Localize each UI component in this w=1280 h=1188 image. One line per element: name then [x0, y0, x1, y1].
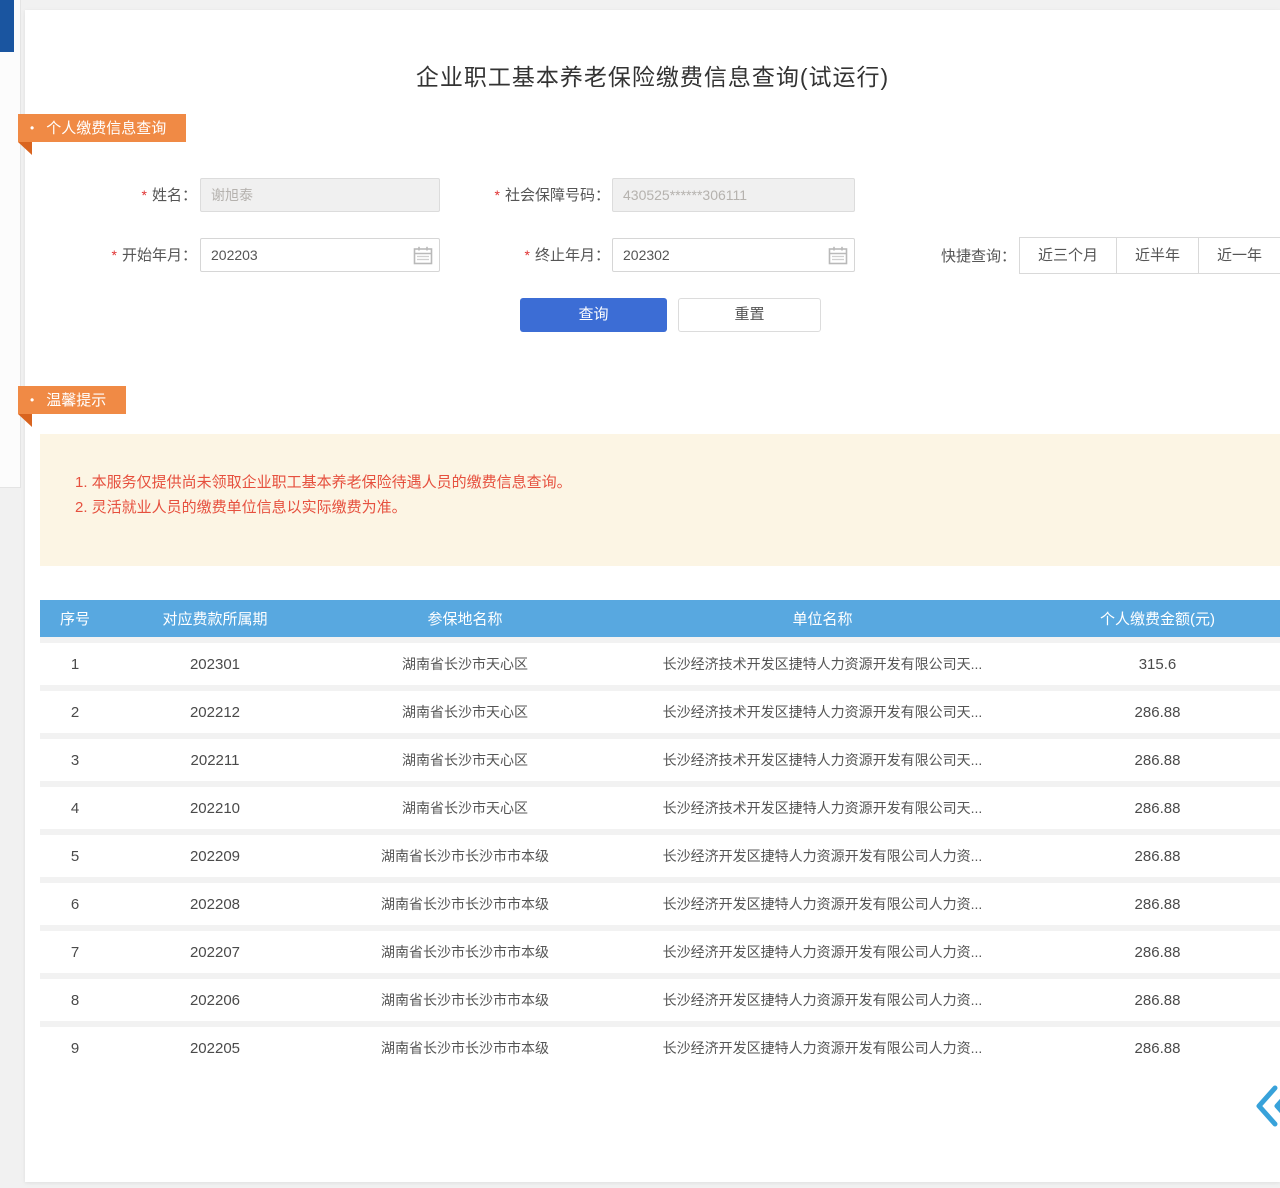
cell-period: 202206 — [110, 992, 320, 1009]
required-asterisk: * — [142, 187, 147, 203]
quick-query-button-group: 近三个月 近半年 近一年 — [1020, 237, 1280, 274]
tips-notice-box: 1. 本服务仅提供尚未领取企业职工基本养老保险待遇人员的缴费信息查询。 2. 灵… — [40, 434, 1280, 566]
cell-period: 202211 — [110, 752, 320, 769]
cell-index: 1 — [40, 656, 110, 673]
ssn-label: *社会保障号码： — [455, 178, 610, 212]
column-header-company: 单位名称 — [610, 608, 1035, 629]
badge-ribbon-fold — [18, 414, 32, 427]
cell-company: 长沙经济开发区捷特人力资源开发有限公司人力资... — [610, 894, 1035, 914]
cell-insured-place: 湖南省长沙市长沙市市本级 — [320, 1038, 610, 1058]
column-header-amount: 个人缴费金额(元) — [1035, 608, 1280, 629]
cell-amount: 286.88 — [1035, 992, 1280, 1009]
cell-insured-place: 湖南省长沙市长沙市市本级 — [320, 846, 610, 866]
cell-company: 长沙经济开发区捷特人力资源开发有限公司人力资... — [610, 990, 1035, 1010]
table-row: 4 202210 湖南省长沙市天心区 长沙经济技术开发区捷特人力资源开发有限公司… — [40, 787, 1280, 829]
table-row: 2 202212 湖南省长沙市天心区 长沙经济技术开发区捷特人力资源开发有限公司… — [40, 691, 1280, 733]
end-month-field[interactable] — [612, 238, 855, 272]
tips-badge-label: 温馨提示 — [46, 392, 106, 409]
cell-amount: 315.6 — [1035, 656, 1280, 673]
cell-index: 2 — [40, 704, 110, 721]
column-header-period: 对应费款所属期 — [110, 608, 320, 629]
section-badge-label: 个人缴费信息查询 — [46, 120, 166, 137]
page-title: 企业职工基本养老保险缴费信息查询(试运行) — [25, 58, 1280, 92]
tips-line: 2. 灵活就业人员的缴费单位信息以实际缴费为准。 — [75, 495, 1280, 520]
name-field[interactable] — [200, 178, 440, 212]
cell-amount: 286.88 — [1035, 704, 1280, 721]
column-header-index: 序号 — [40, 608, 110, 629]
cell-company: 长沙经济技术开发区捷特人力资源开发有限公司天... — [610, 798, 1035, 818]
table-row: 1 202301 湖南省长沙市天心区 长沙经济技术开发区捷特人力资源开发有限公司… — [40, 643, 1280, 685]
table-row: 5 202209 湖南省长沙市长沙市市本级 长沙经济开发区捷特人力资源开发有限公… — [40, 835, 1280, 877]
cell-insured-place: 湖南省长沙市长沙市市本级 — [320, 894, 610, 914]
cell-index: 4 — [40, 800, 110, 817]
ssn-field[interactable] — [612, 178, 855, 212]
cell-period: 202210 — [110, 800, 320, 817]
cell-index: 7 — [40, 944, 110, 961]
cell-company: 长沙经济技术开发区捷特人力资源开发有限公司天... — [610, 654, 1035, 674]
end-month-label: *终止年月： — [455, 238, 610, 272]
table-row: 9 202205 湖南省长沙市长沙市市本级 长沙经济开发区捷特人力资源开发有限公… — [40, 1027, 1280, 1069]
cell-index: 8 — [40, 992, 110, 1009]
required-asterisk: * — [495, 187, 500, 203]
start-month-field[interactable] — [200, 238, 440, 272]
section-badge-tips: • 温馨提示 — [18, 386, 126, 414]
quick-query-1year-button[interactable]: 近一年 — [1198, 237, 1280, 274]
cell-company: 长沙经济开发区捷特人力资源开发有限公司人力资... — [610, 1038, 1035, 1058]
quick-query-label: 快捷查询： — [928, 238, 1016, 272]
start-month-label: *开始年月： — [85, 238, 197, 272]
cell-amount: 286.88 — [1035, 800, 1280, 817]
cell-company: 长沙经济技术开发区捷特人力资源开发有限公司天... — [610, 750, 1035, 770]
cell-company: 长沙经济技术开发区捷特人力资源开发有限公司天... — [610, 702, 1035, 722]
cell-company: 长沙经济开发区捷特人力资源开发有限公司人力资... — [610, 942, 1035, 962]
main-panel: 企业职工基本养老保险缴费信息查询(试运行) • 个人缴费信息查询 *姓名： *社会… — [25, 10, 1280, 1182]
quick-query-3months-button[interactable]: 近三个月 — [1019, 237, 1117, 274]
column-header-insured-place: 参保地名称 — [320, 608, 610, 629]
required-asterisk: * — [525, 247, 530, 263]
cell-index: 5 — [40, 848, 110, 865]
cell-amount: 286.88 — [1035, 944, 1280, 961]
cell-index: 9 — [40, 1040, 110, 1057]
cell-insured-place: 湖南省长沙市长沙市市本级 — [320, 990, 610, 1010]
cell-company: 长沙经济开发区捷特人力资源开发有限公司人力资... — [610, 846, 1035, 866]
table-row: 3 202211 湖南省长沙市天心区 长沙经济技术开发区捷特人力资源开发有限公司… — [40, 739, 1280, 781]
cell-amount: 286.88 — [1035, 896, 1280, 913]
badge-bullet-icon: • — [30, 393, 34, 407]
name-label: *姓名： — [85, 178, 197, 212]
table-row: 6 202208 湖南省长沙市长沙市市本级 长沙经济开发区捷特人力资源开发有限公… — [40, 883, 1280, 925]
cell-amount: 286.88 — [1035, 1040, 1280, 1057]
table-header-row: 序号 对应费款所属期 参保地名称 单位名称 个人缴费金额(元) — [40, 600, 1280, 637]
collapse-panel-button[interactable] — [1253, 1080, 1280, 1132]
cell-amount: 286.88 — [1035, 752, 1280, 769]
cell-insured-place: 湖南省长沙市天心区 — [320, 654, 610, 674]
cell-period: 202205 — [110, 1040, 320, 1057]
top-left-blue-bar — [0, 0, 14, 52]
table-row: 7 202207 湖南省长沙市长沙市市本级 长沙经济开发区捷特人力资源开发有限公… — [40, 931, 1280, 973]
table-row: 8 202206 湖南省长沙市长沙市市本级 长沙经济开发区捷特人力资源开发有限公… — [40, 979, 1280, 1021]
cell-period: 202301 — [110, 656, 320, 673]
cell-period: 202212 — [110, 704, 320, 721]
cell-index: 6 — [40, 896, 110, 913]
badge-bullet-icon: • — [30, 121, 34, 135]
required-asterisk: * — [112, 247, 117, 263]
payment-records-table: 序号 对应费款所属期 参保地名称 单位名称 个人缴费金额(元) 1 202301… — [40, 600, 1280, 1069]
cell-period: 202209 — [110, 848, 320, 865]
cell-period: 202208 — [110, 896, 320, 913]
badge-ribbon-fold — [18, 142, 32, 155]
cell-amount: 286.88 — [1035, 848, 1280, 865]
quick-query-halfyear-button[interactable]: 近半年 — [1116, 237, 1199, 274]
cell-insured-place: 湖南省长沙市天心区 — [320, 702, 610, 722]
double-chevron-left-icon — [1253, 1080, 1280, 1132]
query-button[interactable]: 查询 — [520, 298, 667, 332]
cell-insured-place: 湖南省长沙市天心区 — [320, 750, 610, 770]
section-badge-personal-payment-query: • 个人缴费信息查询 — [18, 114, 186, 142]
tips-line: 1. 本服务仅提供尚未领取企业职工基本养老保险待遇人员的缴费信息查询。 — [75, 470, 1280, 495]
cell-period: 202207 — [110, 944, 320, 961]
reset-button[interactable]: 重置 — [678, 298, 821, 332]
cell-index: 3 — [40, 752, 110, 769]
cell-insured-place: 湖南省长沙市长沙市市本级 — [320, 942, 610, 962]
cell-insured-place: 湖南省长沙市天心区 — [320, 798, 610, 818]
